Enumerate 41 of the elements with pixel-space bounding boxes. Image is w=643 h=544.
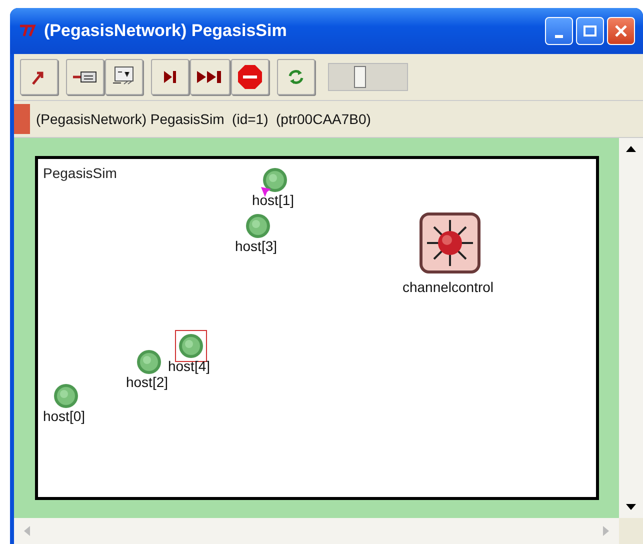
- horizontal-scrollbar[interactable]: [14, 518, 619, 544]
- event-log-button[interactable]: [105, 59, 143, 95]
- node-label: host[3]: [234, 238, 278, 254]
- color-swatch: [14, 104, 30, 134]
- run-button[interactable]: [190, 59, 230, 95]
- object-button[interactable]: [66, 59, 104, 95]
- window-title: (PegasisNetwork) PegasisSim: [44, 21, 288, 41]
- close-icon: [614, 24, 628, 38]
- host-node[interactable]: [175, 330, 207, 362]
- step-button[interactable]: [151, 59, 189, 95]
- slider-thumb[interactable]: [354, 66, 366, 88]
- refresh-arrows-icon: [286, 67, 306, 87]
- scroll-left-icon: [24, 526, 30, 536]
- node-label: channelcontrol: [402, 279, 494, 295]
- maximize-icon: [583, 25, 597, 37]
- node-label: host[1]: [252, 192, 294, 208]
- stop-button[interactable]: [231, 59, 269, 95]
- host-icon: [178, 333, 204, 359]
- scroll-up-icon: [626, 146, 636, 152]
- speed-slider[interactable]: [328, 63, 408, 91]
- minimize-icon: [555, 34, 563, 38]
- stop-sign-icon: [237, 64, 263, 90]
- object-info: (PegasisNetwork) PegasisSim (id=1) (ptr00CAA7B0): [36, 111, 371, 127]
- host-icon: [136, 349, 162, 375]
- host-icon: [262, 167, 288, 193]
- node-label: host[2]: [126, 374, 168, 390]
- network-title: PegasisSim: [43, 165, 117, 181]
- scroll-right-icon: [603, 526, 609, 536]
- scroll-down-icon: [626, 504, 636, 510]
- node-label: host[0]: [42, 408, 86, 424]
- maximize-button[interactable]: [576, 17, 604, 45]
- refresh-button[interactable]: [277, 59, 315, 95]
- up-button[interactable]: [20, 59, 58, 95]
- node-label: host[4]: [168, 358, 210, 374]
- minimize-button[interactable]: [545, 17, 573, 45]
- host-icon: [245, 213, 271, 239]
- channel-control-icon: [419, 212, 481, 274]
- step-icon: [161, 69, 179, 85]
- close-button[interactable]: [607, 17, 635, 45]
- host-icon: [53, 383, 79, 409]
- vertical-scrollbar[interactable]: [619, 138, 643, 518]
